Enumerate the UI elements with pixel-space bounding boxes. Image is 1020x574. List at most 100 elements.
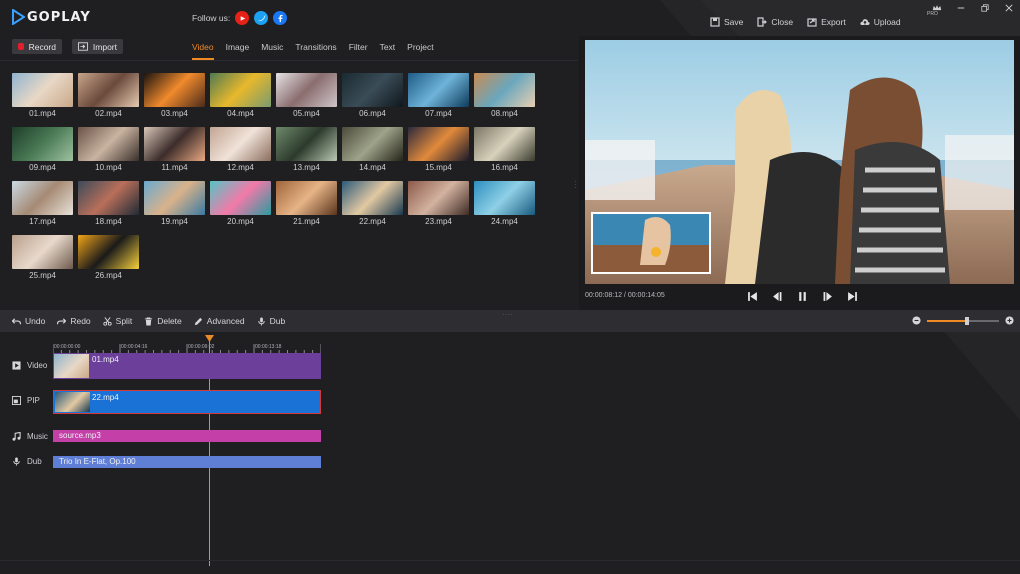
music-clip[interactable]: source.mp3 (53, 430, 321, 442)
media-thumbnail[interactable] (144, 181, 205, 215)
twitter-icon[interactable] (254, 11, 269, 25)
media-thumbnail[interactable] (474, 181, 535, 215)
media-thumbnail[interactable] (408, 127, 469, 161)
media-thumbnail[interactable] (210, 127, 271, 161)
media-thumbnail[interactable] (78, 73, 139, 107)
media-item[interactable]: 14.mp4 (342, 127, 403, 172)
facebook-icon[interactable] (273, 11, 288, 25)
delete-button[interactable]: Delete (144, 316, 182, 326)
zoom-in-icon[interactable] (1005, 316, 1014, 325)
media-item[interactable]: 21.mp4 (276, 181, 337, 226)
skip-forward-icon (848, 291, 857, 301)
clip-name: source.mp3 (59, 431, 101, 440)
tab-text[interactable]: Text (380, 42, 396, 60)
save-button[interactable]: Save (710, 17, 743, 27)
media-thumbnail[interactable] (474, 73, 535, 107)
media-thumbnail[interactable] (210, 181, 271, 215)
video-clip[interactable]: 01.mp4 (53, 353, 321, 379)
media-item[interactable]: 08.mp4 (474, 73, 535, 118)
tab-project[interactable]: Project (407, 42, 433, 60)
media-item[interactable]: 01.mp4 (12, 73, 73, 118)
skip-forward-button[interactable] (840, 290, 865, 302)
media-item[interactable]: 18.mp4 (78, 181, 139, 226)
media-item[interactable]: 24.mp4 (474, 181, 535, 226)
media-thumbnail[interactable] (12, 127, 73, 161)
media-thumbnail[interactable] (12, 235, 73, 269)
media-item[interactable]: 22.mp4 (342, 181, 403, 226)
media-item[interactable]: 07.mp4 (408, 73, 469, 118)
media-item[interactable]: 05.mp4 (276, 73, 337, 118)
dub-button[interactable]: Dub (257, 316, 286, 326)
preview-video[interactable] (585, 40, 1014, 284)
media-thumbnail[interactable] (276, 73, 337, 107)
media-thumbnail[interactable] (78, 181, 139, 215)
pip-clip[interactable]: 22.mp4 (53, 390, 321, 414)
dub-label: Dub (269, 316, 286, 326)
media-item[interactable]: 16.mp4 (474, 127, 535, 172)
zoom-out-icon[interactable] (912, 316, 921, 325)
export-button[interactable]: Export (807, 17, 846, 27)
media-item[interactable]: 12.mp4 (210, 127, 271, 172)
advanced-button[interactable]: Advanced (194, 316, 245, 326)
media-item[interactable]: 06.mp4 (342, 73, 403, 118)
media-item[interactable]: 23.mp4 (408, 181, 469, 226)
close-button[interactable]: Close (757, 17, 793, 27)
tab-filter[interactable]: Filter (349, 42, 368, 60)
media-thumbnail[interactable] (78, 127, 139, 161)
youtube-icon[interactable] (235, 11, 250, 25)
import-button[interactable]: Import (72, 39, 123, 54)
media-item[interactable]: 11.mp4 (144, 127, 205, 172)
tab-music[interactable]: Music (261, 42, 283, 60)
upload-button[interactable]: Upload (860, 17, 901, 27)
media-thumbnail[interactable] (276, 127, 337, 161)
undo-button[interactable]: Undo (12, 316, 45, 326)
media-item[interactable]: 20.mp4 (210, 181, 271, 226)
timeline-resize-handle[interactable]: ···· (502, 310, 513, 319)
clip-thumbnail (55, 392, 90, 412)
media-item[interactable]: 04.mp4 (210, 73, 271, 118)
record-button[interactable]: Record (12, 39, 62, 54)
dub-clip[interactable]: Trio In E-Flat, Op.100 (53, 456, 321, 468)
media-item[interactable]: 17.mp4 (12, 181, 73, 226)
zoom-slider[interactable] (927, 316, 999, 325)
split-button[interactable]: Split (103, 316, 132, 326)
tab-transitions[interactable]: Transitions (295, 42, 336, 60)
media-item[interactable]: 15.mp4 (408, 127, 469, 172)
media-item[interactable]: 10.mp4 (78, 127, 139, 172)
media-thumbnail[interactable] (342, 73, 403, 107)
step-forward-button[interactable] (815, 290, 840, 302)
pause-button[interactable] (790, 290, 815, 302)
media-item[interactable]: 13.mp4 (276, 127, 337, 172)
media-thumbnail[interactable] (144, 127, 205, 161)
restore-icon[interactable] (973, 2, 997, 14)
export-label: Export (821, 17, 846, 27)
media-thumbnail[interactable] (408, 181, 469, 215)
media-thumbnail[interactable] (276, 181, 337, 215)
media-item[interactable]: 02.mp4 (78, 73, 139, 118)
media-item[interactable]: 09.mp4 (12, 127, 73, 172)
media-thumbnail[interactable] (210, 73, 271, 107)
close-window-icon[interactable] (997, 2, 1020, 14)
media-item[interactable]: 19.mp4 (144, 181, 205, 226)
media-thumbnail[interactable] (12, 181, 73, 215)
zoom-handle[interactable] (964, 316, 969, 325)
minimize-icon[interactable] (949, 2, 973, 14)
media-thumbnail[interactable] (78, 235, 139, 269)
media-item[interactable]: 26.mp4 (78, 235, 139, 280)
media-thumbnail[interactable] (342, 127, 403, 161)
redo-button[interactable]: Redo (57, 316, 91, 326)
step-back-button[interactable] (765, 290, 790, 302)
skip-back-button[interactable] (740, 290, 765, 302)
panel-resize-handle[interactable]: · · · (574, 178, 577, 192)
media-thumbnail[interactable] (144, 73, 205, 107)
media-thumbnail[interactable] (342, 181, 403, 215)
tab-video[interactable]: Video (192, 42, 214, 60)
media-item[interactable]: 25.mp4 (12, 235, 73, 280)
media-thumbnail[interactable] (12, 73, 73, 107)
tab-image[interactable]: Image (226, 42, 250, 60)
media-item[interactable]: 03.mp4 (144, 73, 205, 118)
media-filename: 18.mp4 (95, 217, 122, 226)
music-note-icon (12, 432, 21, 441)
media-thumbnail[interactable] (474, 127, 535, 161)
media-thumbnail[interactable] (408, 73, 469, 107)
